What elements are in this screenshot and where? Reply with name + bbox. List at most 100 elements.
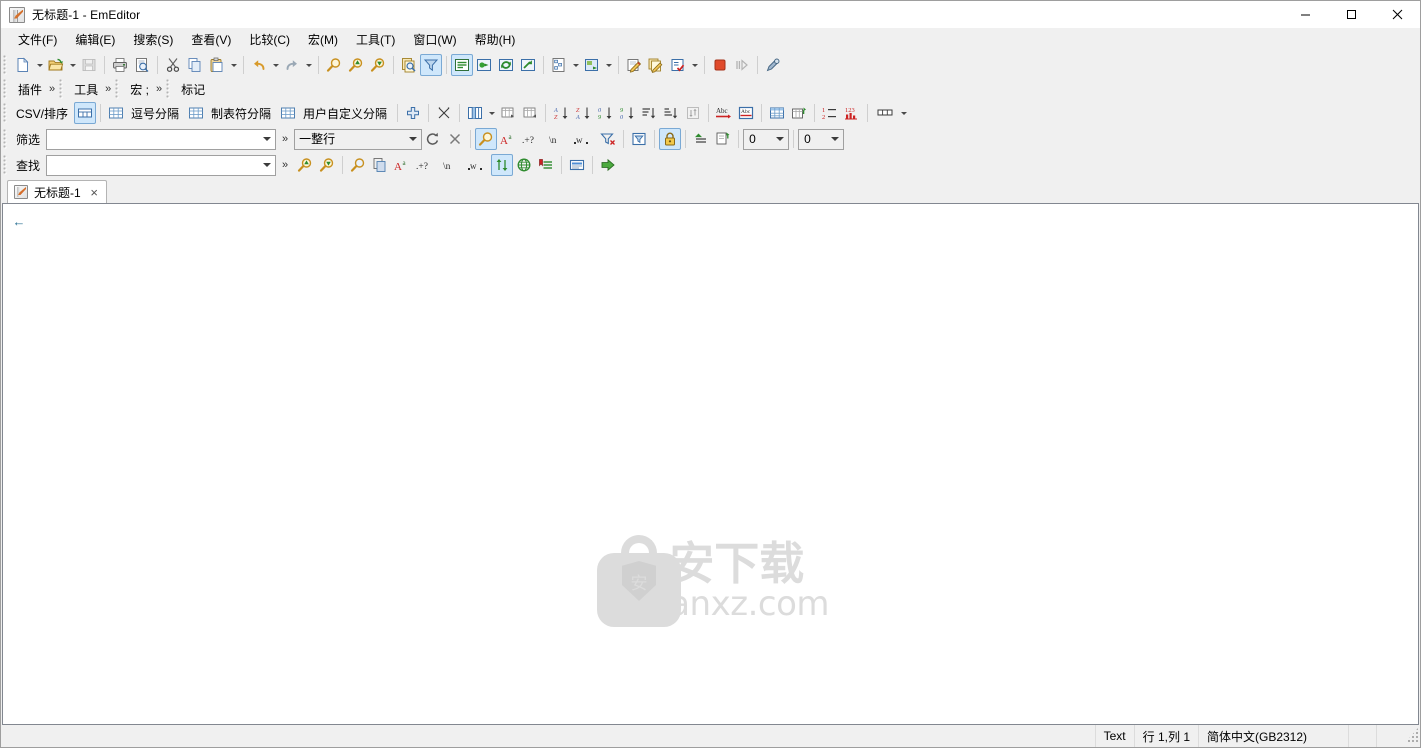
- csv-convert-icon[interactable]: [433, 102, 455, 124]
- filter-clear-icon[interactable]: [444, 128, 466, 150]
- table-insert-icon[interactable]: [788, 102, 810, 124]
- highlight-matches-icon[interactable]: [566, 154, 588, 176]
- toolbar-grip[interactable]: [3, 55, 10, 75]
- refresh-icon[interactable]: [495, 54, 517, 76]
- insert-icon[interactable]: [473, 54, 495, 76]
- filter-scope-select[interactable]: 一整行: [294, 128, 423, 150]
- word-wrap-icon[interactable]: [451, 54, 473, 76]
- whole-word-icon[interactable]: w: [465, 154, 491, 176]
- sort-descending-icon[interactable]: [660, 102, 682, 124]
- customize-icon[interactable]: [762, 54, 784, 76]
- maximize-button[interactable]: [1328, 1, 1374, 28]
- print-preview-icon[interactable]: [131, 54, 153, 76]
- menu-help[interactable]: 帮助(H): [466, 28, 525, 52]
- doc-tab-untitled-1[interactable]: 无标题-1 ×: [7, 180, 107, 203]
- menu-search[interactable]: 搜索(S): [124, 28, 182, 52]
- undo-dropdown[interactable]: [270, 55, 281, 75]
- find-input[interactable]: [46, 154, 277, 176]
- filter-toggle-icon[interactable]: [628, 128, 650, 150]
- open-file-dropdown[interactable]: [67, 55, 78, 75]
- numbering-icon[interactable]: 1 2: [819, 102, 841, 124]
- snippet-dropdown[interactable]: [603, 55, 614, 75]
- context-after-select[interactable]: 0: [798, 128, 845, 150]
- outline-dropdown[interactable]: [570, 55, 581, 75]
- paste-dropdown[interactable]: [228, 55, 239, 75]
- table-grid-icon[interactable]: [766, 102, 788, 124]
- menu-edit[interactable]: 编辑(E): [66, 28, 124, 52]
- new-file-icon[interactable]: [12, 54, 34, 76]
- sort-za-icon[interactable]: Z A: [572, 102, 594, 124]
- plugin-bar-grip[interactable]: [3, 79, 10, 99]
- macro-dropdown[interactable]: [689, 55, 700, 75]
- add-column-icon[interactable]: [402, 102, 424, 124]
- csv-comma-label[interactable]: 逗号分隔: [127, 105, 185, 122]
- macro-props-icon[interactable]: [667, 54, 689, 76]
- undo-icon[interactable]: [248, 54, 270, 76]
- filter-icon[interactable]: [420, 54, 442, 76]
- close-button[interactable]: [1374, 1, 1420, 28]
- editor-area[interactable]: ← 安 安下载 anxz.com: [2, 203, 1419, 725]
- copy-matches-icon[interactable]: [369, 154, 391, 176]
- tools-bar-grip[interactable]: [59, 79, 67, 99]
- filter-input-dropdown-icon[interactable]: [258, 130, 275, 149]
- find-input-dropdown-icon[interactable]: [258, 156, 275, 175]
- filter-scope-value[interactable]: 一整行: [295, 130, 404, 149]
- find-next-icon[interactable]: [367, 54, 389, 76]
- minimize-button[interactable]: [1282, 1, 1328, 28]
- filter-input[interactable]: [46, 128, 277, 150]
- step-icon[interactable]: [731, 54, 753, 76]
- column-select-dropdown[interactable]: [486, 103, 497, 123]
- match-case-icon[interactable]: A a: [391, 154, 413, 176]
- menu-view[interactable]: 查看(V): [182, 28, 240, 52]
- menu-compare[interactable]: 比较(C): [240, 28, 299, 52]
- delete-column-icon[interactable]: [519, 102, 541, 124]
- filter-search-icon[interactable]: [475, 128, 498, 150]
- new-file-dropdown[interactable]: [34, 55, 45, 75]
- csv-custom-icon[interactable]: [277, 102, 299, 124]
- outline-icon[interactable]: [548, 54, 570, 76]
- search-global-icon[interactable]: [513, 154, 535, 176]
- sort-ascending-icon[interactable]: [638, 102, 660, 124]
- column-width-dropdown[interactable]: [898, 103, 909, 123]
- find-icon[interactable]: [323, 54, 345, 76]
- context-after-value[interactable]: 0: [799, 130, 826, 149]
- save-icon[interactable]: [78, 54, 100, 76]
- context-before-dropdown-icon[interactable]: [771, 130, 788, 149]
- find-in-files-icon[interactable]: [398, 54, 420, 76]
- insert-column-icon[interactable]: [497, 102, 519, 124]
- csv-tab-label[interactable]: 制表符分隔: [207, 105, 277, 122]
- status-encoding[interactable]: 简体中文(GB2312): [1198, 725, 1348, 747]
- redo-dropdown[interactable]: [303, 55, 314, 75]
- menu-macro[interactable]: 宏(M): [299, 28, 347, 52]
- filter-scope-dropdown-icon[interactable]: [404, 130, 421, 149]
- macros-bar-chevron-icon[interactable]: »: [155, 83, 166, 95]
- open-file-icon[interactable]: [45, 54, 67, 76]
- sort-az-icon[interactable]: A Z: [550, 102, 572, 124]
- tools-bar-label[interactable]: 工具: [68, 81, 104, 98]
- find-previous-icon[interactable]: [294, 154, 316, 176]
- macros-bar-grip[interactable]: [115, 79, 123, 99]
- doc-tab-close-icon[interactable]: ×: [87, 185, 102, 200]
- context-before-select[interactable]: 0: [743, 128, 790, 150]
- statistics-icon[interactable]: 123: [841, 102, 863, 124]
- regex-icon[interactable]: .+?: [519, 128, 545, 150]
- cut-icon[interactable]: [162, 54, 184, 76]
- paste-icon[interactable]: [206, 54, 228, 76]
- csv-toolbar-grip[interactable]: [3, 103, 10, 123]
- find-all-icon[interactable]: [347, 154, 369, 176]
- marks-bar-grip[interactable]: [166, 79, 174, 99]
- context-before-value[interactable]: 0: [744, 130, 771, 149]
- status-file-type[interactable]: Text: [1094, 725, 1134, 747]
- filter-up-icon[interactable]: [690, 128, 712, 150]
- print-icon[interactable]: [109, 54, 131, 76]
- status-caret-position[interactable]: 行 1,列 1: [1133, 725, 1198, 747]
- macro-select-icon[interactable]: [645, 54, 667, 76]
- csv-normal-mode-button[interactable]: [74, 102, 97, 124]
- filter-bar-grip[interactable]: [3, 129, 10, 149]
- copy-icon[interactable]: [184, 54, 206, 76]
- sort-custom-icon[interactable]: [682, 102, 704, 124]
- lock-icon[interactable]: [659, 128, 682, 150]
- menu-window[interactable]: 窗口(W): [404, 28, 465, 52]
- sort-90-icon[interactable]: 9 0: [616, 102, 638, 124]
- resize-grip-icon[interactable]: [1404, 728, 1418, 744]
